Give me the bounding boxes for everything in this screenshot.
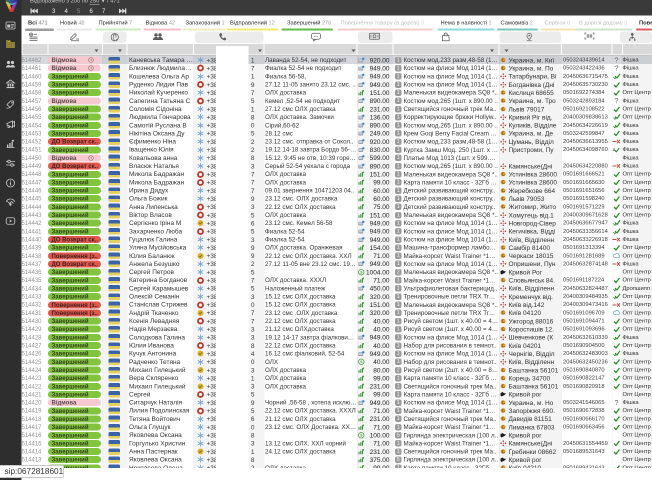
- svg-text:$: $: [360, 359, 363, 364]
- svg-text:$: $: [360, 269, 363, 274]
- svg-text:$: $: [360, 433, 363, 438]
